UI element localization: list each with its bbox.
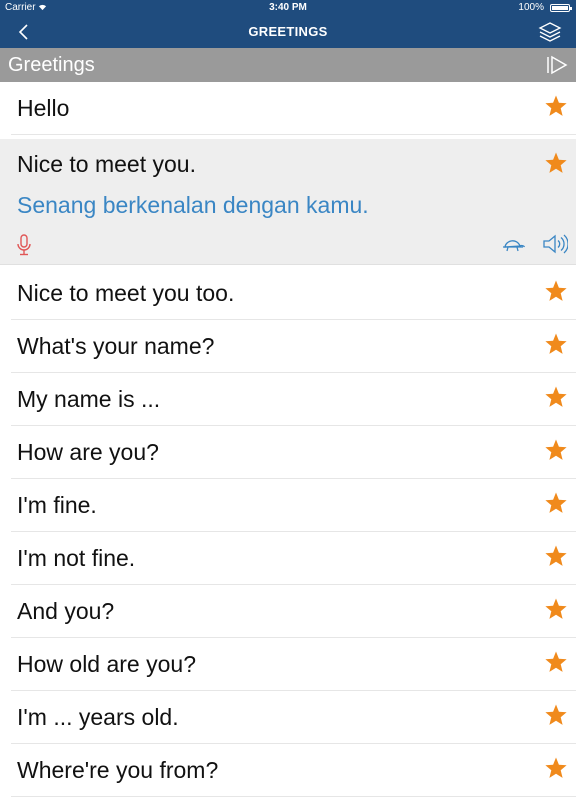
star-icon[interactable] xyxy=(544,703,568,727)
phrase-row[interactable]: How old are you? xyxy=(11,638,576,691)
phrase-row-expanded[interactable]: Nice to meet you. Senang berkenalan deng… xyxy=(0,139,576,265)
star-icon[interactable] xyxy=(544,491,568,515)
star-icon[interactable] xyxy=(544,597,568,621)
phrase-text: What's your name? xyxy=(17,333,215,359)
phrase-text: Nice to meet you. xyxy=(17,151,196,177)
phrase-text: My name is ... xyxy=(17,386,161,412)
chevron-left-icon[interactable] xyxy=(14,22,34,42)
section-title: Greetings xyxy=(8,54,95,76)
phrase-row[interactable]: My name is ... xyxy=(11,373,576,426)
star-icon[interactable] xyxy=(544,94,568,118)
phrase-text: How old are you? xyxy=(17,651,196,677)
phrase-text: Nice to meet you too. xyxy=(17,280,235,306)
phrase-text: Where're you from? xyxy=(17,757,219,783)
star-icon[interactable] xyxy=(544,438,568,462)
speaker-icon[interactable] xyxy=(542,233,568,255)
phrase-row[interactable]: And you? xyxy=(11,585,576,638)
phrase-list: Hello Nice to meet you. Senang berkenala… xyxy=(0,82,576,797)
status-time: 3:40 PM xyxy=(269,2,307,13)
battery-icon xyxy=(550,4,572,12)
star-icon[interactable] xyxy=(544,279,568,303)
top-bar: Carrier 3:40 PM 100% GREETINGS xyxy=(0,0,576,48)
phrase-translation: Senang berkenalan dengan kamu. xyxy=(17,192,369,218)
status-bar: Carrier 3:40 PM 100% xyxy=(0,0,576,16)
microphone-icon[interactable] xyxy=(15,233,33,257)
star-icon[interactable] xyxy=(544,151,568,175)
star-icon[interactable] xyxy=(544,756,568,780)
play-icon[interactable] xyxy=(546,55,568,75)
phrase-text: How are you? xyxy=(17,439,159,465)
phrase-row[interactable]: How are you? xyxy=(11,426,576,479)
phrase-text: And you? xyxy=(17,598,115,624)
section-header: Greetings xyxy=(0,48,576,82)
nav-bar: GREETINGS xyxy=(0,16,576,48)
phrase-text: I'm not fine. xyxy=(17,545,136,571)
page-title: GREETINGS xyxy=(248,24,328,39)
phrase-row[interactable]: I'm ... years old. xyxy=(11,691,576,744)
phrase-row[interactable]: I'm fine. xyxy=(11,479,576,532)
phrase-row[interactable]: What's your name? xyxy=(11,320,576,373)
phrase-row[interactable]: I'm not fine. xyxy=(11,532,576,585)
phrase-text: I'm fine. xyxy=(17,492,97,518)
star-icon[interactable] xyxy=(544,544,568,568)
battery-percent: 100% xyxy=(518,2,544,13)
phrase-row[interactable]: Hello xyxy=(11,82,576,135)
phrase-text: I'm ... years old. xyxy=(17,704,179,730)
phrase-text: Hello xyxy=(17,95,70,121)
star-icon[interactable] xyxy=(544,385,568,409)
star-icon[interactable] xyxy=(544,650,568,674)
layers-icon[interactable] xyxy=(538,20,562,44)
phrase-row[interactable]: Nice to meet you too. xyxy=(11,267,576,320)
phrase-row[interactable]: Where're you from? xyxy=(11,744,576,797)
turtle-icon[interactable] xyxy=(502,235,526,253)
star-icon[interactable] xyxy=(544,332,568,356)
